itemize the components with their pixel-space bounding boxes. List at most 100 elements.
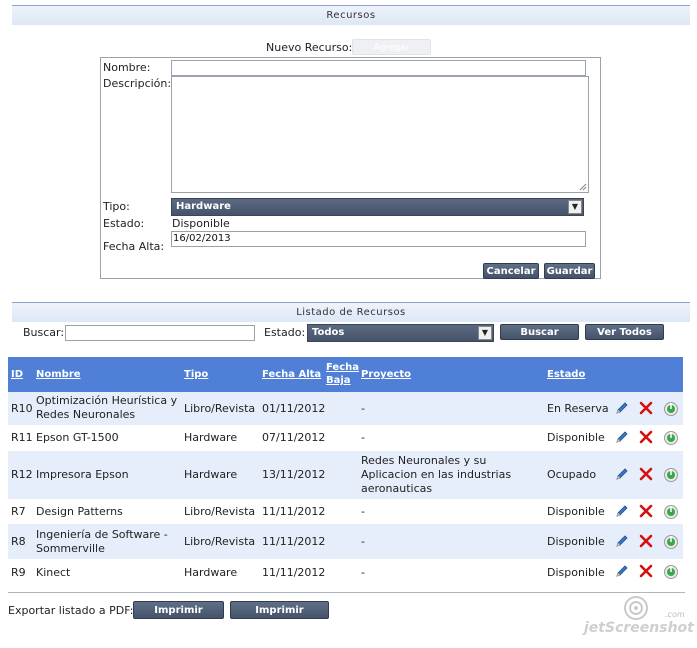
description-textarea[interactable] [171, 76, 589, 193]
delete-icon[interactable] [639, 504, 653, 518]
status-filter-value: Todos [312, 327, 345, 338]
print-labels-button-label: Imprimir Etiquetas [252, 605, 307, 634]
search-button-label: Buscar [520, 327, 559, 338]
print-list-button[interactable]: Imprimir Listado [133, 601, 224, 634]
date-label: Fecha Alta: [103, 240, 165, 253]
status-filter-select[interactable]: Todos ▼ [307, 324, 494, 342]
toggle-status-icon[interactable] [663, 401, 678, 416]
cell-id: R11 [11, 431, 33, 444]
print-labels-button[interactable]: Imprimir Etiquetas [230, 601, 329, 634]
cell-project-line3: aeronauticas [361, 482, 433, 495]
add-button-label: Agregar [373, 43, 410, 53]
delete-icon[interactable] [639, 467, 653, 481]
cancel-button[interactable]: Cancelar [483, 263, 539, 279]
view-all-button-label: Ver Todos [597, 327, 652, 338]
cell-type: Libro/Revista [184, 402, 256, 415]
column-header-date-start[interactable]: Fecha Alta [262, 369, 321, 381]
delete-icon[interactable] [639, 534, 653, 548]
listing-title: Listado de Recursos [296, 307, 406, 318]
toggle-status-icon[interactable] [663, 564, 678, 579]
cell-date: 11/11/2012 [262, 505, 326, 518]
cell-status: Disponible [547, 505, 605, 518]
toggle-status-icon[interactable] [663, 504, 678, 519]
status-value: Disponible [172, 217, 230, 230]
add-button[interactable]: Agregar [352, 39, 431, 55]
column-header-id[interactable]: ID [11, 369, 23, 381]
cell-date: 07/11/2012 [262, 431, 326, 444]
cell-project: - [361, 505, 365, 518]
cell-type: Hardware [184, 431, 238, 444]
save-button-label: Guardar [546, 266, 593, 277]
cell-status: Disponible [547, 566, 605, 579]
column-header-date-end-line1[interactable]: Fecha [326, 362, 359, 374]
cell-id: R10 [11, 402, 33, 415]
cancel-button-label: Cancelar [486, 266, 536, 277]
edit-pencil-icon[interactable] [615, 564, 629, 578]
cell-name: Impresora Epson [36, 468, 129, 481]
cell-date: 11/11/2012 [262, 535, 326, 548]
name-label: Nombre: [103, 61, 151, 74]
watermark: .com jetScreenshot [584, 592, 695, 642]
cell-project: - [361, 535, 365, 548]
delete-icon[interactable] [639, 564, 653, 578]
cell-project: - [361, 402, 365, 415]
cell-id: R12 [11, 468, 33, 481]
chevron-down-icon: ▼ [478, 326, 492, 340]
cell-project: Redes Neuronales y su [361, 454, 487, 467]
cell-project: - [361, 431, 365, 444]
column-header-date-end-line2[interactable]: Baja [326, 375, 351, 387]
resources-header: Recursos [12, 5, 690, 25]
description-label: Descripción: [103, 77, 172, 90]
date-input[interactable]: 16/02/2013 [171, 231, 586, 247]
edit-pencil-icon[interactable] [615, 430, 629, 444]
cell-project-line2: Aplicacion en las industrias [361, 468, 512, 481]
cell-type: Libro/Revista [184, 535, 256, 548]
cell-type: Libro/Revista [184, 505, 256, 518]
type-select-value: Hardware [176, 201, 231, 212]
delete-icon[interactable] [639, 401, 653, 415]
new-resource-label: Nuevo Recurso: [266, 41, 353, 54]
save-button[interactable]: Guardar [544, 263, 595, 279]
cell-date: 11/11/2012 [262, 566, 326, 579]
export-label: Exportar listado a PDF: [8, 604, 134, 617]
cell-name: Kinect [36, 566, 71, 579]
toggle-status-icon[interactable] [663, 534, 678, 549]
cell-date: 01/11/2012 [262, 402, 326, 415]
edit-pencil-icon[interactable] [615, 504, 629, 518]
cell-name-line2: Redes Neuronales [36, 408, 136, 421]
name-input[interactable] [171, 60, 586, 76]
edit-pencil-icon[interactable] [615, 534, 629, 548]
toggle-status-icon[interactable] [663, 430, 678, 445]
cell-date: 13/11/2012 [262, 468, 326, 481]
view-all-button[interactable]: Ver Todos [585, 324, 664, 340]
column-header-type[interactable]: Tipo [184, 369, 208, 381]
cell-status: Disponible [547, 535, 605, 548]
column-header-name[interactable]: Nombre [36, 369, 81, 381]
watermark-text: jetScreenshot [584, 620, 694, 636]
cell-name-line2: Sommerville [36, 542, 105, 555]
type-select[interactable]: Hardware ▼ [171, 198, 584, 216]
toggle-status-icon[interactable] [663, 467, 678, 482]
type-label: Tipo: [103, 200, 130, 213]
cell-project: - [361, 566, 365, 579]
table-bottom-divider [8, 592, 685, 593]
edit-pencil-icon[interactable] [615, 401, 629, 415]
cell-name: Design Patterns [36, 505, 123, 518]
cell-status: En Reserva [547, 402, 609, 415]
status-label: Estado: [103, 217, 145, 230]
cell-id: R7 [11, 505, 26, 518]
search-input[interactable] [65, 325, 255, 341]
column-header-status[interactable]: Estado [547, 369, 585, 381]
cell-status: Ocupado [547, 468, 597, 481]
cell-name: Optimización Heurística y [36, 394, 178, 407]
delete-icon[interactable] [639, 430, 653, 444]
column-header-project[interactable]: Proyecto [361, 369, 411, 381]
print-list-button-label: Imprimir Listado [154, 605, 203, 634]
camera-lens-icon [624, 596, 648, 620]
resize-handle-icon[interactable] [579, 183, 587, 191]
chevron-down-icon: ▼ [568, 200, 582, 214]
cell-name: Epson GT-1500 [36, 431, 119, 444]
edit-pencil-icon[interactable] [615, 467, 629, 481]
search-label: Buscar: [23, 326, 65, 339]
search-button[interactable]: Buscar [500, 324, 579, 340]
